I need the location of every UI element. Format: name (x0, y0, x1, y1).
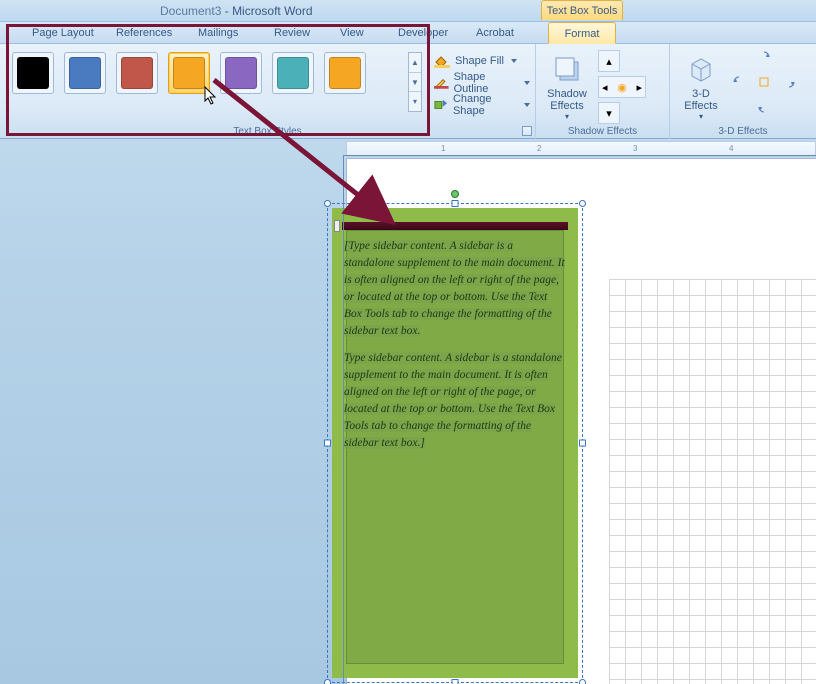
document-name: Document3 (160, 4, 221, 18)
three-d-effects-button[interactable]: 3-D Effects ▾ (676, 48, 726, 121)
change-shape-icon (434, 98, 448, 112)
text-box-para2: Type sidebar content. A sidebar is a sta… (344, 352, 562, 449)
shadow-effects-button[interactable]: Shadow Effects ▾ (542, 48, 592, 121)
shadow-icon (550, 52, 584, 86)
app-name: Microsoft Word (232, 4, 312, 18)
gallery-scroll-up-icon[interactable]: ▲ (409, 53, 421, 73)
group-label-shadow: Shadow Effects (536, 126, 669, 137)
group-text-box-styles: ▲ ▼ ▾ Shape Fill Shape Outline (0, 44, 536, 139)
style-swatch-teal[interactable] (272, 52, 314, 94)
shape-outline-button[interactable]: Shape Outline (430, 72, 534, 94)
dropdown-icon (524, 80, 530, 86)
resize-handle-s[interactable] (452, 679, 459, 684)
contextual-tools-title: Text Box Tools (541, 0, 623, 20)
dropdown-icon (511, 58, 517, 64)
shadow-nudge-up[interactable]: ▴ (598, 50, 620, 72)
group-label-3d: 3-D Effects (670, 126, 816, 137)
ruler-num-2: 2 (537, 144, 541, 153)
shadow-effects-label: Shadow Effects (542, 88, 592, 112)
shadow-nudge-grid: ▴ ◂◉▸ ▾ (598, 50, 646, 124)
gallery-more-icon[interactable]: ▾ (409, 92, 421, 111)
three-d-label: 3-D Effects (676, 88, 726, 112)
resize-handle-ne[interactable] (579, 200, 586, 207)
shadow-nudge-lr[interactable]: ◂◉▸ (598, 76, 646, 98)
horizontal-ruler[interactable]: 1 2 3 4 (346, 141, 816, 157)
shape-fill-button[interactable]: Shape Fill (430, 50, 534, 72)
resize-handle-w[interactable] (324, 440, 331, 447)
cube-icon (684, 52, 718, 86)
resize-handle-nw[interactable] (324, 200, 331, 207)
pencil-icon (434, 76, 449, 90)
style-swatch-black[interactable] (12, 52, 54, 94)
style-swatch-purple[interactable] (220, 52, 262, 94)
tab-review[interactable]: Review (266, 22, 318, 44)
document-viewport[interactable]: [Type sidebar content. A sidebar is a st… (346, 158, 816, 684)
group-3d-effects: 3-D Effects ▾ 3-D Effects (670, 44, 816, 139)
paint-bucket-icon (434, 54, 450, 68)
shape-outline-label: Shape Outline (454, 71, 517, 95)
ribbon: ▲ ▼ ▾ Shape Fill Shape Outline (0, 44, 816, 139)
tab-references[interactable]: References (108, 22, 180, 44)
text-box-heading-bar (342, 222, 568, 230)
tab-acrobat[interactable]: Acrobat (468, 22, 522, 44)
text-box-selection[interactable]: [Type sidebar content. A sidebar is a st… (327, 203, 583, 683)
text-box-grip-icon[interactable] (334, 220, 340, 232)
style-swatch-orange-hover[interactable] (168, 52, 210, 94)
tab-developer[interactable]: Developer (390, 22, 456, 44)
tab-page-layout[interactable]: Page Layout (24, 22, 102, 44)
ribbon-tabs: Page Layout References Mailings Review V… (0, 22, 816, 44)
text-box-style-gallery (12, 52, 366, 94)
ruler-num-4: 4 (729, 144, 733, 153)
change-shape-button[interactable]: Change Shape (430, 94, 534, 116)
dropdown-icon (524, 102, 530, 108)
three-d-tilt-grid (732, 50, 804, 122)
group-shadow-effects: Shadow Effects ▾ ▴ ◂◉▸ ▾ Shadow Effects (536, 44, 670, 139)
tab-view[interactable]: View (332, 22, 372, 44)
gallery-scroll[interactable]: ▲ ▼ ▾ (408, 52, 422, 112)
tilt-left[interactable] (732, 75, 754, 97)
change-shape-label: Change Shape (453, 93, 517, 117)
tilt-down[interactable] (757, 100, 779, 122)
text-box-para1: [Type sidebar content. A sidebar is a st… (344, 240, 565, 337)
shadow-nudge-down[interactable]: ▾ (598, 102, 620, 124)
gallery-scroll-down-icon[interactable]: ▼ (409, 73, 421, 93)
resize-handle-sw[interactable] (324, 679, 331, 684)
resize-handle-n[interactable] (452, 200, 459, 207)
style-swatch-orange[interactable] (324, 52, 366, 94)
rotate-handle[interactable] (451, 190, 459, 198)
ruler-num-3: 3 (633, 144, 637, 153)
text-box-content[interactable]: [Type sidebar content. A sidebar is a st… (344, 238, 566, 668)
shape-commands: Shape Fill Shape Outline Change Shape (430, 50, 534, 116)
tilt-center[interactable] (757, 75, 779, 97)
resize-handle-se[interactable] (579, 679, 586, 684)
style-swatch-blue[interactable] (64, 52, 106, 94)
resize-handle-e[interactable] (579, 440, 586, 447)
tab-format[interactable]: Format (548, 22, 616, 44)
page-gridlines (609, 279, 816, 684)
group-label-text-box-styles: Text Box Styles (0, 126, 535, 137)
title-bar: Document3 - Microsoft Word Text Box Tool… (0, 0, 816, 22)
style-swatch-red[interactable] (116, 52, 158, 94)
dialog-launcher-icon[interactable] (522, 126, 532, 136)
shape-fill-label: Shape Fill (455, 55, 504, 67)
tilt-up[interactable] (757, 50, 779, 72)
window-title: Document3 - Microsoft Word (160, 4, 313, 18)
ruler-num-1: 1 (441, 144, 445, 153)
tab-mailings[interactable]: Mailings (190, 22, 246, 44)
tilt-right[interactable] (782, 75, 804, 97)
